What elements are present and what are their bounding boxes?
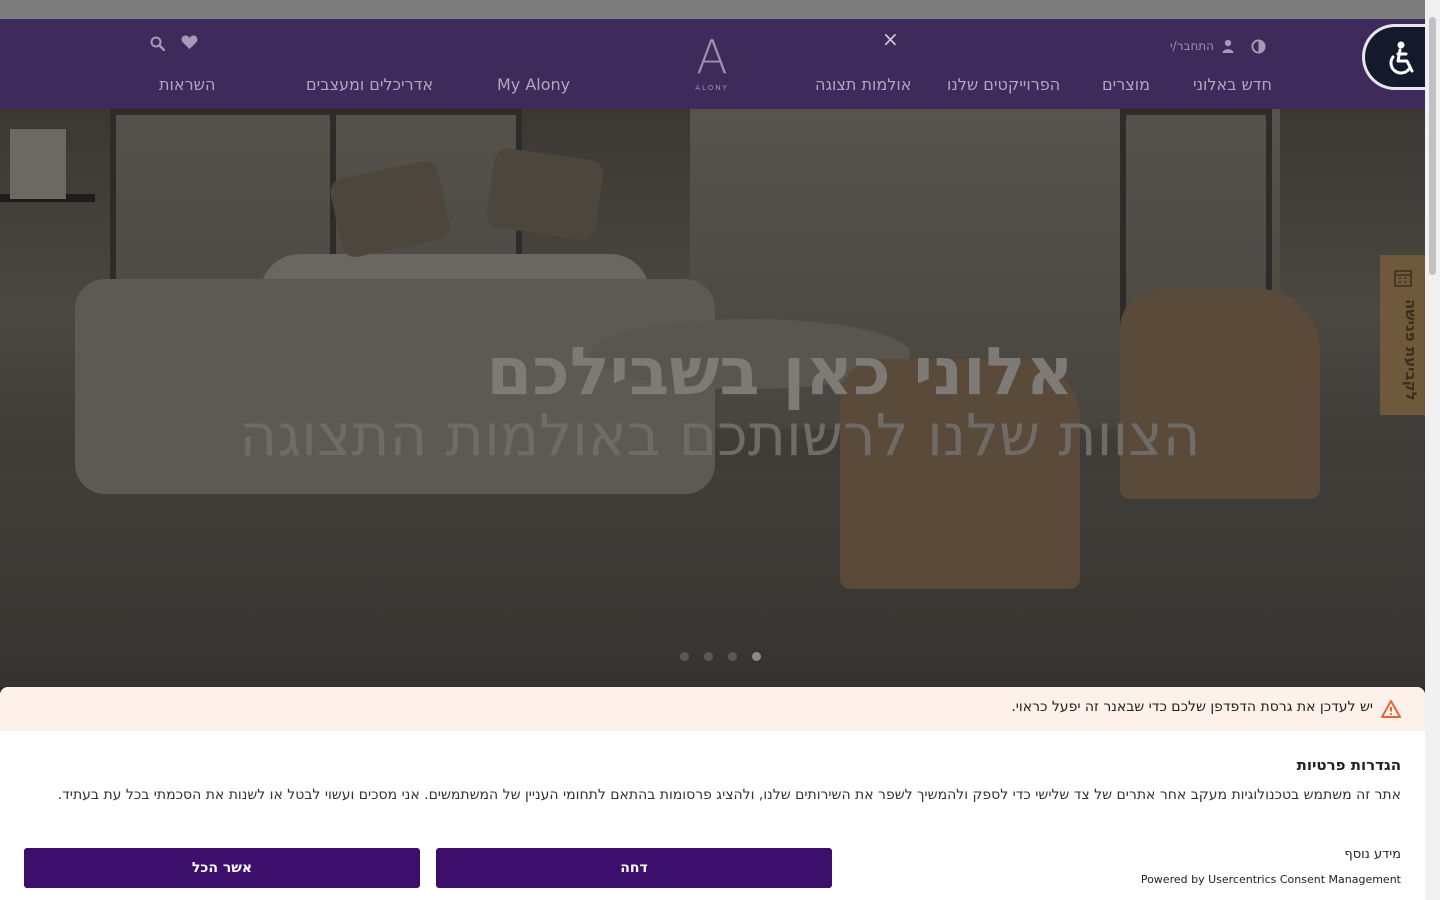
warning-text: יש לעדכן את גרסת הדפדפן שלכם כדי שבאנר ז… — [1011, 699, 1373, 715]
hero-subtitle: הצוות שלנו לרשותכם באולמות התצוגה — [239, 401, 1201, 469]
close-icon[interactable]: × — [882, 27, 899, 51]
slider-dot[interactable] — [680, 652, 689, 661]
accept-all-button[interactable]: אשר הכל — [24, 848, 420, 888]
hero-title: אלוני כאן בשבילכם — [486, 333, 1074, 410]
accessibility-button[interactable] — [1362, 24, 1434, 90]
heart-icon[interactable] — [181, 35, 198, 50]
hero-slider[interactable]: אלוני כאן בשבילכם הצוות שלנו לרשותכם באו… — [0, 109, 1425, 687]
nav-item-architects[interactable]: אדריכלים ומעצבים — [306, 75, 433, 95]
nav-item-my-alony[interactable]: My Alony — [497, 75, 570, 95]
deny-button[interactable]: דחה — [436, 848, 832, 888]
cookie-consent-banner: יש לעדכן את גרסת הדפדפן שלכם כדי שבאנר ז… — [0, 687, 1425, 900]
calendar-icon — [1394, 270, 1412, 287]
nav-item-projects[interactable]: הפרוייקטים שלנו — [947, 75, 1060, 95]
contrast-icon[interactable] — [1251, 39, 1266, 54]
privacy-title: הגדרות פרטיות — [1296, 756, 1401, 774]
slider-dots — [680, 646, 771, 661]
user-icon — [1222, 39, 1234, 53]
appointment-tab-label: לקביעת פגישה — [1402, 299, 1420, 401]
search-icon[interactable] — [150, 36, 165, 51]
alony-logo[interactable]: A ALONY — [690, 34, 734, 94]
scrollbar-thumb[interactable] — [1429, 17, 1436, 275]
browser-warning-bar: יש לעדכן את גרסת הדפדפן שלכם כדי שבאנר ז… — [0, 687, 1425, 731]
site-header: התחבר/י × A ALONY — [0, 19, 1425, 109]
page-scrollbar[interactable] — [1425, 0, 1440, 900]
login-label: התחבר/י — [1170, 39, 1215, 53]
nav-item-new[interactable]: חדש באלוני — [1193, 75, 1272, 95]
nav-item-showrooms[interactable]: אולמות תצוגה — [815, 75, 911, 95]
powered-by-text: Powered by Usercentrics Consent Manageme… — [1140, 873, 1401, 886]
logo-mark: A — [696, 30, 728, 84]
privacy-description: אתר זה משתמש בטכנולוגיות מעקב אחר אתרים … — [57, 787, 1401, 803]
logo-wordmark: ALONY — [695, 84, 729, 92]
more-info-link[interactable]: מידע נוסף — [1344, 847, 1401, 862]
accessibility-icon — [1389, 41, 1414, 75]
appointment-side-tab[interactable]: לקביעת פגישה — [1380, 255, 1425, 415]
nav-item-products[interactable]: מוצרים — [1102, 75, 1150, 95]
warning-icon — [1381, 700, 1401, 718]
nav-item-inspirations[interactable]: השראות — [159, 75, 215, 95]
browser-top-strip — [0, 0, 1425, 19]
